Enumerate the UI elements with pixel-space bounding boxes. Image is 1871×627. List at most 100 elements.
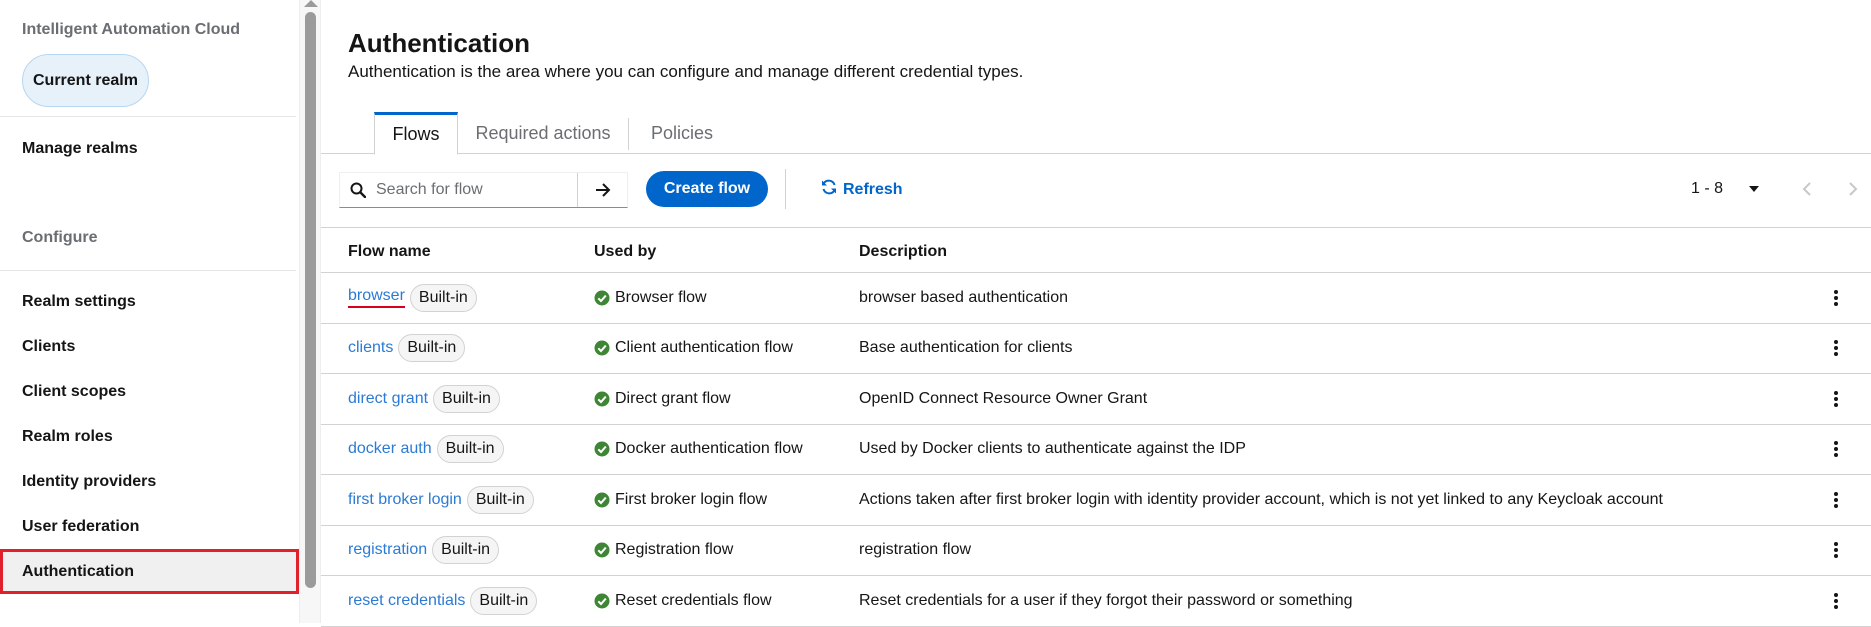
app-title: Intelligent Automation Cloud (22, 21, 241, 38)
next-page-icon[interactable] (1843, 179, 1863, 199)
description-cell: browser based authentication (859, 288, 1069, 306)
caret-down-icon (1749, 186, 1760, 192)
table-row: docker auth Built-in Docker authenticati… (321, 425, 1871, 475)
search-submit-arrow-icon[interactable] (577, 173, 627, 207)
manage-realms-link[interactable]: Manage realms (22, 140, 138, 158)
built-in-badge: Built-in (436, 435, 504, 464)
check-circle-icon (594, 391, 610, 407)
built-in-badge: Built-in (433, 384, 500, 413)
flow-name-link[interactable]: clients (348, 339, 393, 357)
flow-name-cell: clients Built-in (348, 324, 466, 374)
kebab-menu-icon[interactable] (1826, 475, 1846, 525)
sidebar-divider (0, 116, 296, 117)
built-in-badge: Built-in (466, 485, 534, 514)
description-cell: OpenID Connect Resource Owner Grant (859, 389, 1148, 407)
kebab-menu-icon[interactable] (1826, 425, 1846, 475)
used-by-text: Reset credentials flow (615, 591, 772, 609)
used-by-text: First broker login flow (615, 490, 768, 508)
flows-table: Flow name Used by Description browser Bu… (321, 227, 1871, 627)
description-cell: registration flow (859, 541, 972, 559)
sidebar-item-identity-providers[interactable]: Identity providers (0, 459, 299, 504)
table-row: browser Built-in Browser flow browser ba… (321, 273, 1871, 324)
main-content: Authentication Authentication is the are… (321, 0, 1871, 627)
flow-name-cell: direct grant Built-in (348, 374, 500, 424)
kebab-menu-icon[interactable] (1826, 374, 1846, 424)
column-header-flow-name[interactable]: Flow name (348, 243, 431, 261)
column-header-description[interactable]: Description (859, 243, 947, 261)
flow-name-link[interactable]: direct grant (348, 390, 428, 408)
previous-page-icon[interactable] (1797, 179, 1817, 199)
used-by-text: Docker authentication flow (615, 440, 803, 458)
built-in-badge: Built-in (398, 334, 466, 363)
check-circle-icon (594, 290, 610, 306)
scroll-up-arrow-icon[interactable] (304, 0, 318, 7)
built-in-badge: Built-in (409, 283, 477, 312)
flow-name-link[interactable]: reset credentials (348, 592, 465, 610)
table-body: browser Built-in Browser flow browser ba… (321, 273, 1871, 627)
check-circle-icon (594, 492, 610, 508)
search-box (339, 172, 628, 208)
toolbar-divider (785, 169, 786, 209)
toolbar: Create flow Refresh 1 - 8 (321, 155, 1871, 227)
sidebar-item-authentication[interactable]: Authentication (0, 549, 299, 594)
check-circle-icon (594, 340, 610, 356)
table-row: reset credentials Built-in Reset credent… (321, 576, 1871, 627)
used-by-text: Registration flow (615, 541, 734, 559)
tab-required-actions[interactable]: Required actions (458, 112, 628, 154)
sidebar-item-realm-roles[interactable]: Realm roles (0, 414, 299, 459)
pagination-toggle[interactable]: 1 - 8 (1691, 180, 1760, 198)
built-in-badge: Built-in (470, 586, 538, 615)
configure-section-label: Configure (22, 229, 98, 246)
used-by-cell: Direct grant flow (594, 374, 731, 424)
refresh-button[interactable]: Refresh (821, 179, 903, 200)
check-circle-icon (594, 593, 610, 609)
used-by-cell: Reset credentials flow (594, 576, 772, 626)
used-by-cell: Registration flow (594, 526, 733, 576)
used-by-text: Client authentication flow (615, 339, 793, 357)
sidebar: Intelligent Automation Cloud Current rea… (0, 0, 299, 623)
flow-name-link[interactable]: first broker login (348, 491, 462, 509)
tab-flows[interactable]: Flows (374, 112, 458, 155)
search-input[interactable] (376, 175, 581, 205)
used-by-cell: Docker authentication flow (594, 425, 803, 475)
description-cell: Reset credentials for a user if they for… (859, 591, 1353, 609)
used-by-cell: Browser flow (594, 273, 707, 323)
sidebar-item-realm-settings[interactable]: Realm settings (0, 279, 299, 324)
table-header: Flow name Used by Description (321, 227, 1871, 273)
used-by-text: Direct grant flow (615, 389, 731, 407)
check-circle-icon (594, 441, 610, 457)
flow-name-cell: registration Built-in (348, 526, 500, 576)
table-row: clients Built-in Client authentication f… (321, 324, 1871, 374)
flow-name-cell: browser Built-in (348, 273, 477, 323)
kebab-menu-icon[interactable] (1826, 273, 1846, 323)
page-title: Authentication (348, 28, 530, 58)
sidebar-scrollbar[interactable] (299, 0, 321, 623)
current-realm-button[interactable]: Current realm (22, 54, 149, 107)
sidebar-divider (0, 270, 296, 271)
kebab-menu-icon[interactable] (1826, 324, 1846, 374)
column-header-used-by[interactable]: Used by (594, 243, 656, 261)
create-flow-button[interactable]: Create flow (646, 171, 768, 207)
scrollbar-thumb[interactable] (305, 12, 316, 588)
flow-name-cell: reset credentials Built-in (348, 576, 538, 626)
sidebar-item-user-federation[interactable]: User federation (0, 504, 299, 549)
flow-name-cell: first broker login Built-in (348, 475, 534, 525)
sidebar-item-clients[interactable]: Clients (0, 324, 299, 369)
sidebar-item-client-scopes[interactable]: Client scopes (0, 369, 299, 414)
table-row: registration Built-in Registration flow … (321, 526, 1871, 576)
tab-bar: Flows Required actions Policies (321, 112, 1871, 155)
table-row: direct grant Built-in Direct grant flow … (321, 374, 1871, 425)
description-cell: Actions taken after first broker login w… (859, 490, 1663, 508)
search-icon (340, 182, 376, 198)
table-row: first broker login Built-in First broker… (321, 475, 1871, 526)
built-in-badge: Built-in (432, 536, 500, 565)
flow-name-link[interactable]: browser (348, 287, 405, 309)
refresh-icon (821, 179, 837, 200)
tab-policies[interactable]: Policies (629, 112, 735, 154)
flow-name-link[interactable]: registration (348, 541, 427, 559)
kebab-menu-icon[interactable] (1826, 576, 1846, 626)
flow-name-link[interactable]: docker auth (348, 440, 432, 458)
flow-name-cell: docker auth Built-in (348, 425, 504, 475)
used-by-text: Browser flow (615, 288, 707, 306)
kebab-menu-icon[interactable] (1826, 526, 1846, 576)
